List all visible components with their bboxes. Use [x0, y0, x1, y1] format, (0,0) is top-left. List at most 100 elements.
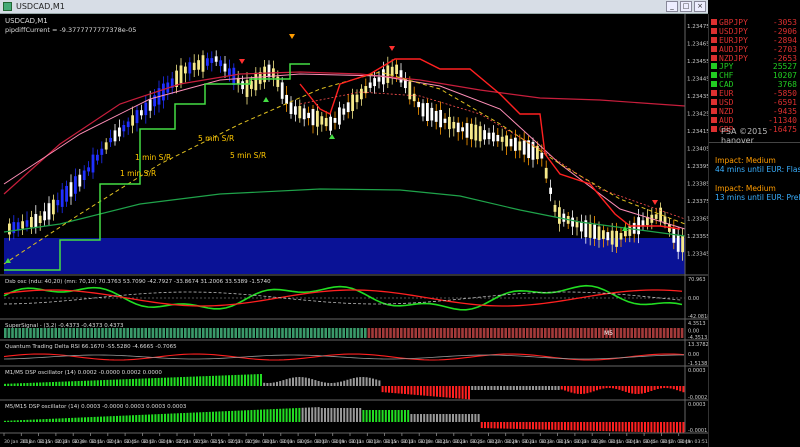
sr-label-4: 5 min S/R [230, 151, 266, 160]
maximize-button[interactable]: □ [680, 1, 692, 12]
dsp-bar [672, 422, 675, 433]
chart-area[interactable]: USDCAD,M1 pipdiffCurrent = -9.3777777777… [0, 14, 708, 447]
dsp-bar [96, 416, 99, 422]
dsp-bar [660, 386, 662, 389]
signal-bar [58, 328, 61, 338]
currency-symbol: AUD [719, 116, 734, 125]
signal-bar [166, 328, 169, 338]
dsp-bar [23, 383, 26, 386]
candle-body [263, 66, 266, 83]
signal-bar [324, 328, 327, 338]
dsp-bar [583, 422, 586, 431]
dsp-bar [429, 414, 432, 422]
dsp-bar [96, 380, 99, 386]
dsp-bar [349, 408, 352, 422]
dsp-bar [87, 417, 90, 422]
pair-marker [711, 19, 717, 25]
dsp-bar [426, 386, 429, 396]
dsp-bar [676, 422, 678, 433]
dsp-bar [215, 411, 218, 422]
candle-body [223, 63, 227, 72]
signal-bar [565, 328, 569, 338]
dsp-bar [247, 374, 250, 386]
dsp-bar [474, 414, 477, 422]
dsp-bar [218, 375, 221, 386]
signal-bar [238, 328, 241, 338]
dsp-bar [682, 422, 685, 434]
dsp-bar [16, 420, 19, 422]
candle-body [500, 136, 504, 142]
dsp-bar [103, 380, 106, 386]
dsp-bar [618, 386, 621, 390]
candle-body [342, 108, 346, 115]
chart-titlebar[interactable]: USDCAD,M1 _ □ × [0, 0, 708, 14]
candle-body [126, 121, 130, 128]
candle-body [153, 95, 156, 107]
dsp-bar [68, 418, 70, 422]
dsp-bar [154, 378, 157, 386]
dsp-bar [212, 411, 214, 422]
signal-bar [227, 328, 230, 338]
dsp-bar [327, 382, 330, 386]
dsp-bar [176, 377, 179, 386]
candle-body [580, 221, 583, 232]
dsp-bar [266, 409, 269, 422]
candle-body [219, 60, 222, 67]
dsp-bar [77, 381, 80, 386]
price-scale[interactable]: 1.23475 1.23465 1.23455 1.23445 1.23435 1.234… [684, 14, 708, 447]
candle-body [280, 82, 284, 99]
signal-bar [61, 328, 65, 338]
price-tick-label: 1.23465 [687, 42, 708, 48]
dsp-bar [122, 415, 125, 422]
dsp-bar [109, 379, 112, 386]
candle-body [461, 127, 464, 132]
signal-bar [151, 328, 155, 338]
signal-bar [108, 328, 111, 338]
currency-symbol: JPY [719, 62, 734, 71]
panel-level-label: 0.0003 [688, 402, 706, 408]
chart-canvas[interactable]: USDCAD,M1 pipdiffCurrent = -9.3777777777… [0, 14, 708, 447]
dsp-bar [132, 378, 134, 386]
dsp-bar [202, 376, 205, 386]
dsp-bar [589, 386, 592, 393]
signal-bar [284, 328, 288, 338]
dsp-bar [55, 381, 58, 386]
currency-value: -11340 [768, 116, 797, 125]
signal-bar [310, 328, 313, 338]
candle-body [364, 86, 368, 94]
panel-title: Quantum Trading Delta RSI 66.1670 -55.52… [5, 344, 177, 350]
signal-bar [25, 328, 29, 338]
signal-bar [378, 328, 381, 338]
signal-bar [133, 328, 137, 338]
dsp-bar [365, 410, 368, 422]
dsp-bar [269, 382, 272, 386]
dsp-bar [660, 422, 662, 433]
pair-symbol: GBPJPY [719, 18, 748, 27]
close-button[interactable]: × [694, 1, 706, 12]
signal-bar [18, 328, 21, 338]
dsp-bar [58, 418, 61, 422]
dsp-bar [432, 386, 435, 397]
dsp-bar [576, 386, 579, 394]
dsp-bar [532, 422, 534, 430]
dsp-bar [128, 415, 131, 422]
dsp-bar [160, 413, 163, 422]
dsp-bar [138, 378, 141, 386]
minimize-button[interactable]: _ [666, 1, 678, 12]
dsp-bar [509, 386, 512, 390]
signal-bar [403, 328, 407, 338]
dsp-bar [196, 376, 198, 386]
dsp-bar [180, 413, 182, 422]
signal-bar [212, 328, 216, 338]
signal-bar [119, 328, 122, 338]
candle-body [245, 80, 249, 97]
pair-value: -2894 [772, 36, 797, 45]
signal-bar [547, 328, 551, 338]
candle-body [399, 70, 403, 83]
dsp-bar [477, 414, 480, 422]
signal-bar [256, 328, 259, 338]
dsp-bar [471, 386, 474, 390]
signal-bar [29, 328, 32, 338]
signal-bar [587, 328, 590, 338]
dsp-bar [186, 376, 189, 386]
